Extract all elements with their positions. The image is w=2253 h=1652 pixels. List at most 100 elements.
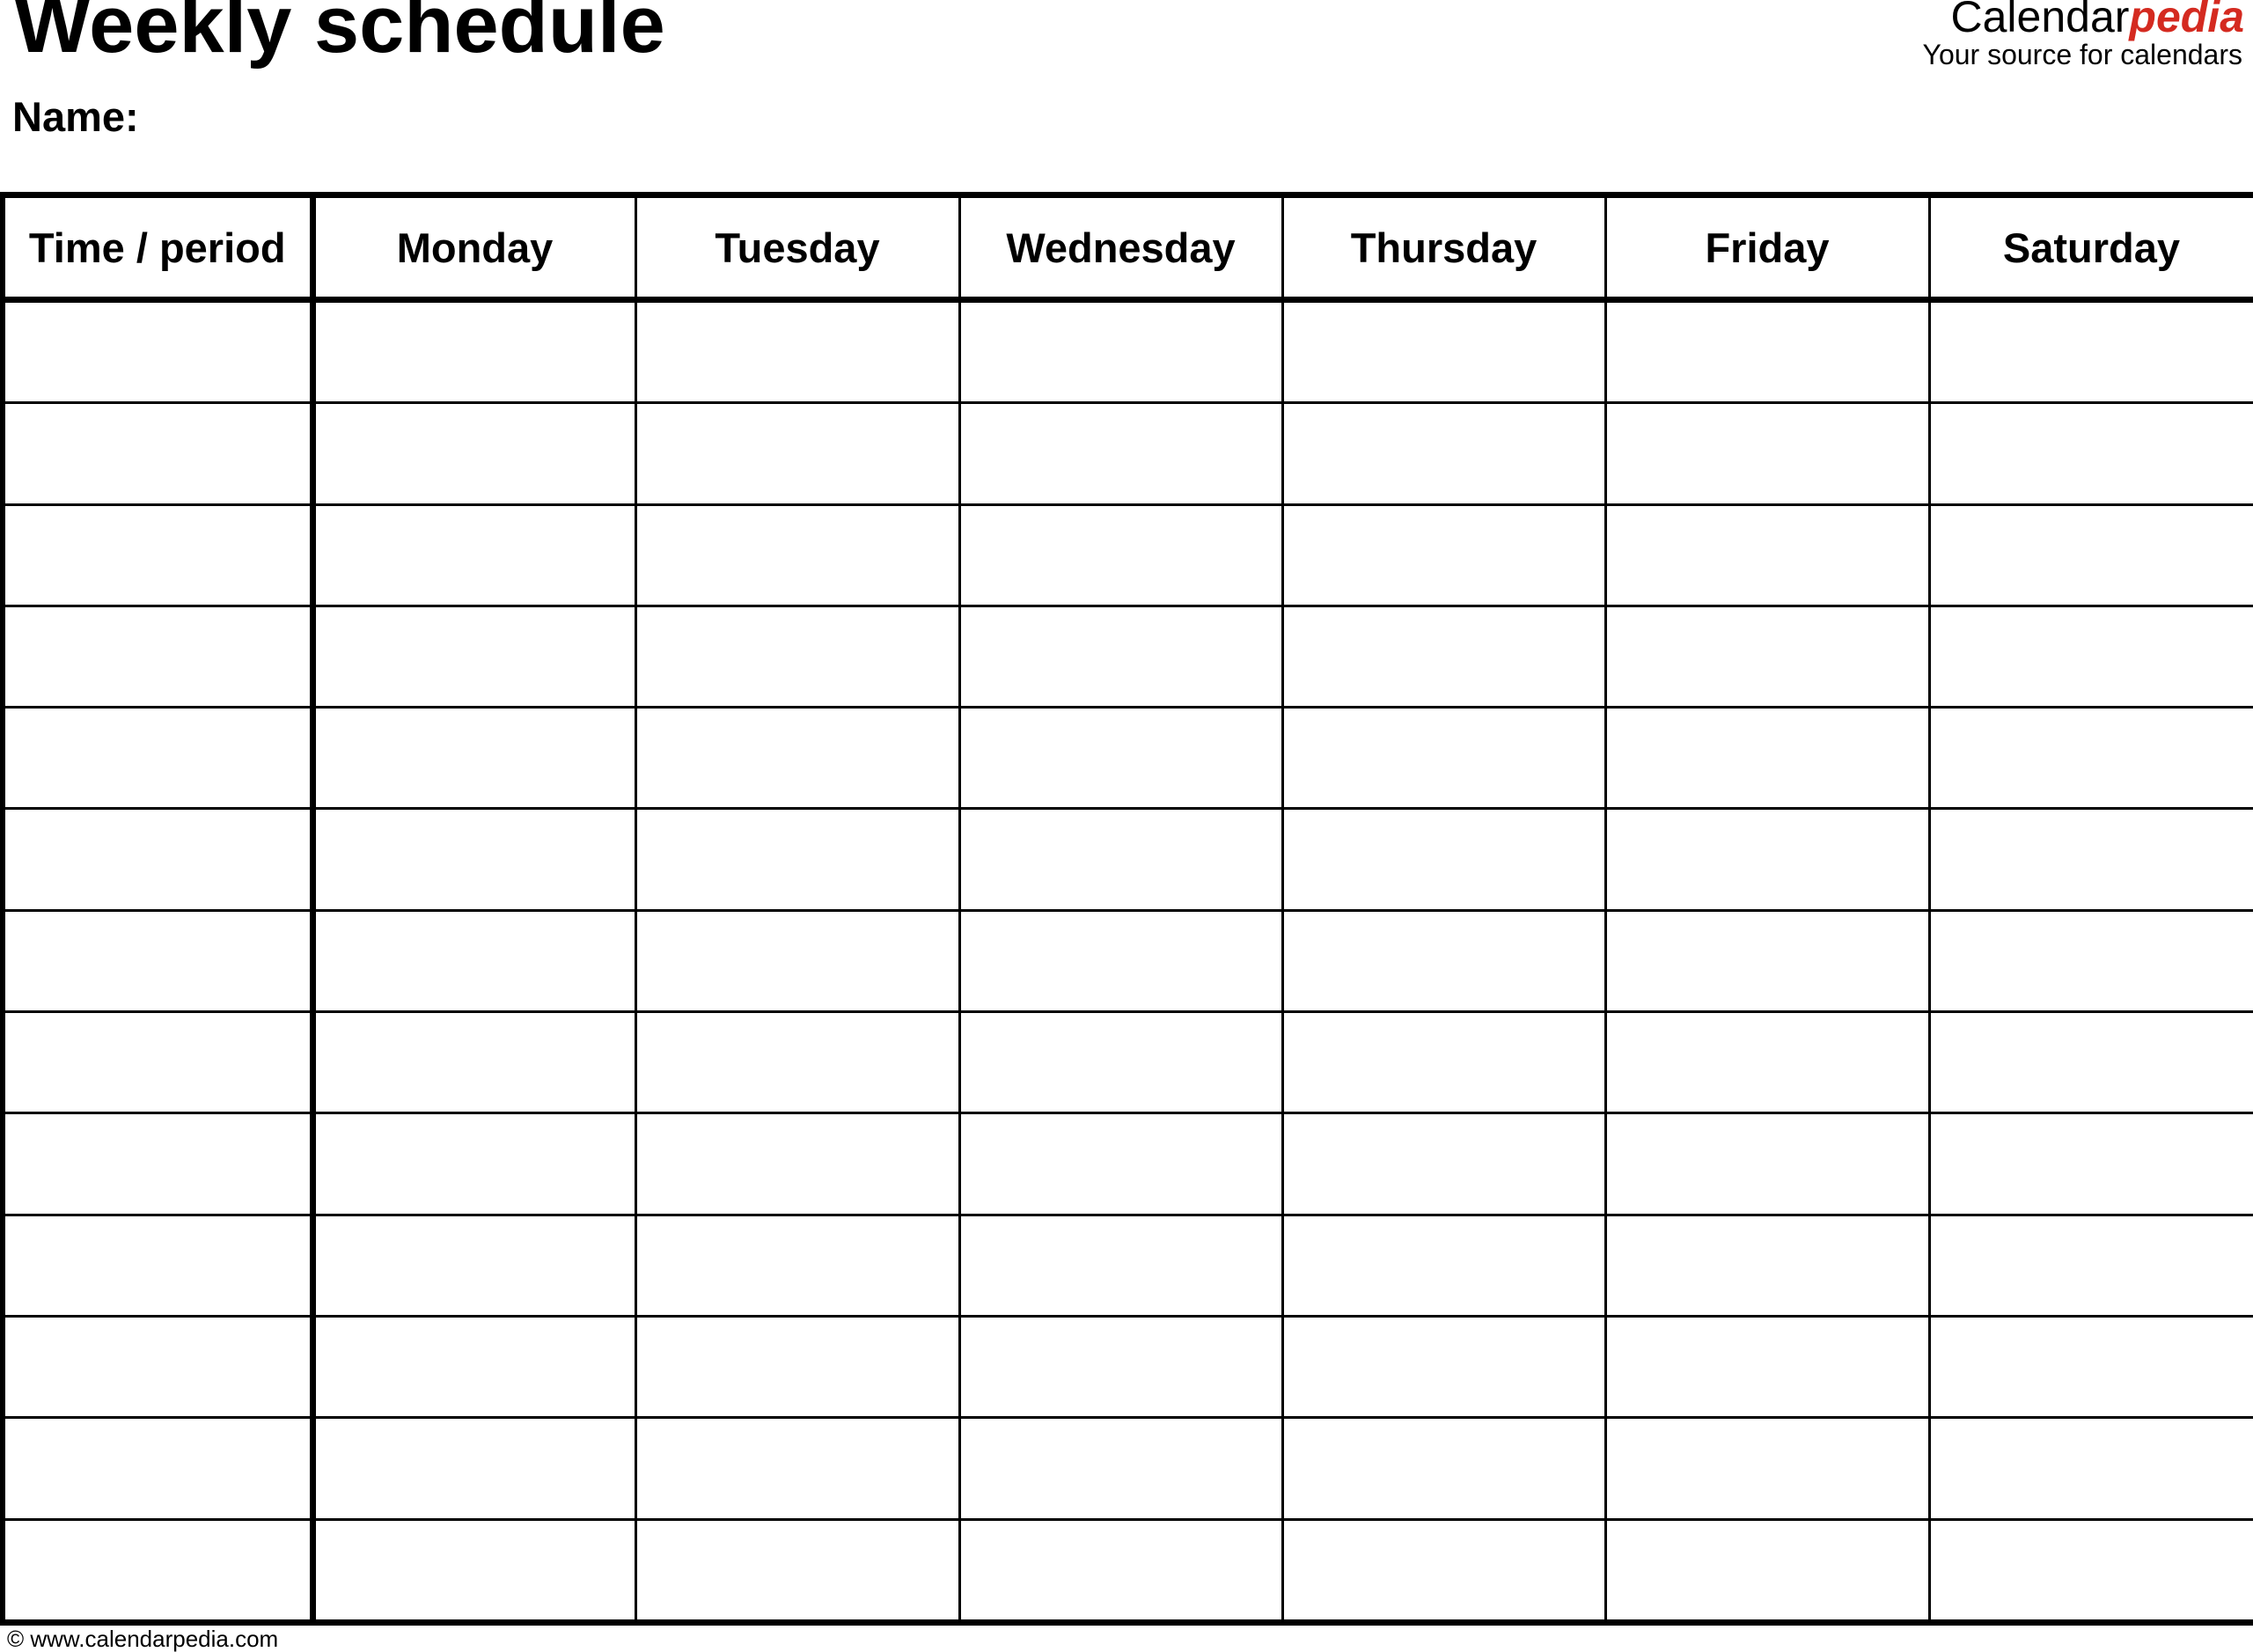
schedule-cell-thursday[interactable] [1281,1213,1607,1318]
schedule-cell-wednesday[interactable] [958,908,1284,1014]
schedule-cell-friday[interactable] [1604,401,1931,506]
schedule-cell-saturday[interactable] [1927,1314,2253,1420]
schedule-cell-tuesday[interactable] [634,1517,961,1626]
time-period-cell[interactable] [0,1010,316,1115]
schedule-cell-saturday[interactable] [1927,1517,2253,1626]
schedule-cell-friday[interactable] [1604,1517,1931,1626]
schedule-cell-monday[interactable] [311,1112,637,1216]
schedule-cell-wednesday[interactable] [958,1010,1284,1115]
schedule-cell-tuesday[interactable] [634,604,961,709]
schedule-cell-friday[interactable] [1604,1112,1931,1216]
schedule-cell-monday[interactable] [311,401,637,506]
schedule-cell-friday[interactable] [1604,604,1931,709]
schedule-cell-friday[interactable] [1604,1416,1931,1521]
schedule-cell-saturday[interactable] [1927,1010,2253,1115]
schedule-cell-wednesday[interactable] [958,401,1284,506]
schedule-cell-tuesday[interactable] [634,807,961,912]
schedule-cell-saturday[interactable] [1927,297,2253,405]
schedule-cell-friday[interactable] [1604,1010,1931,1115]
table-row [0,401,2253,506]
schedule-cell-tuesday[interactable] [634,297,961,405]
time-period-cell[interactable] [0,1517,316,1626]
schedule-cell-thursday[interactable] [1281,1517,1607,1626]
schedule-cell-tuesday[interactable] [634,908,961,1014]
schedule-cell-wednesday[interactable] [958,1213,1284,1318]
schedule-cell-tuesday[interactable] [634,401,961,506]
schedule-cell-monday[interactable] [311,1517,637,1626]
schedule-cell-monday[interactable] [311,706,637,811]
schedule-cell-wednesday[interactable] [958,297,1284,405]
table-row [0,1517,2253,1626]
schedule-cell-monday[interactable] [311,1213,637,1318]
header-row: Time / period Monday Tuesday Wednesday Thurs… [0,192,2253,303]
schedule-cell-saturday[interactable] [1927,807,2253,912]
schedule-cell-friday[interactable] [1604,297,1931,405]
schedule-cell-thursday[interactable] [1281,297,1607,405]
time-period-cell[interactable] [0,908,316,1014]
schedule-cell-saturday[interactable] [1927,503,2253,607]
schedule-cell-saturday[interactable] [1927,908,2253,1014]
schedule-cell-friday[interactable] [1604,807,1931,912]
column-header-saturday: Saturday [1927,192,2253,303]
schedule-cell-saturday[interactable] [1927,1112,2253,1216]
column-header-monday: Monday [311,192,637,303]
schedule-cell-friday[interactable] [1604,503,1931,607]
schedule-cell-monday[interactable] [311,1314,637,1420]
schedule-cell-monday[interactable] [311,807,637,912]
schedule-cell-thursday[interactable] [1281,401,1607,506]
schedule-cell-monday[interactable] [311,604,637,709]
schedule-cell-thursday[interactable] [1281,503,1607,607]
schedule-cell-thursday[interactable] [1281,1112,1607,1216]
schedule-cell-thursday[interactable] [1281,1416,1607,1521]
schedule-cell-tuesday[interactable] [634,503,961,607]
schedule-cell-wednesday[interactable] [958,1517,1284,1626]
time-period-cell[interactable] [0,1112,316,1216]
schedule-cell-thursday[interactable] [1281,706,1607,811]
schedule-cell-wednesday[interactable] [958,1112,1284,1216]
schedule-cell-thursday[interactable] [1281,807,1607,912]
schedule-cell-tuesday[interactable] [634,1416,961,1521]
schedule-cell-tuesday[interactable] [634,1010,961,1115]
schedule-cell-saturday[interactable] [1927,706,2253,811]
time-period-cell[interactable] [0,706,316,811]
time-period-cell[interactable] [0,604,316,709]
schedule-cell-wednesday[interactable] [958,503,1284,607]
schedule-cell-wednesday[interactable] [958,807,1284,912]
schedule-cell-monday[interactable] [311,908,637,1014]
table-row [0,1416,2253,1521]
table-row [0,1213,2253,1318]
time-period-cell[interactable] [0,1314,316,1420]
schedule-cell-thursday[interactable] [1281,1314,1607,1420]
schedule-cell-wednesday[interactable] [958,604,1284,709]
schedule-cell-friday[interactable] [1604,1314,1931,1420]
schedule-cell-tuesday[interactable] [634,1213,961,1318]
schedule-cell-wednesday[interactable] [958,1416,1284,1521]
time-period-cell[interactable] [0,807,316,912]
schedule-cell-tuesday[interactable] [634,1112,961,1216]
schedule-cell-thursday[interactable] [1281,1010,1607,1115]
schedule-cell-monday[interactable] [311,1416,637,1521]
time-period-cell[interactable] [0,1416,316,1521]
logo-tagline: Your source for calendars [1922,39,2242,70]
schedule-cell-monday[interactable] [311,1010,637,1115]
table-row [0,297,2253,405]
schedule-cell-saturday[interactable] [1927,1416,2253,1521]
schedule-cell-monday[interactable] [311,503,637,607]
schedule-cell-saturday[interactable] [1927,401,2253,506]
schedule-cell-tuesday[interactable] [634,706,961,811]
schedule-cell-friday[interactable] [1604,1213,1931,1318]
schedule-cell-friday[interactable] [1604,908,1931,1014]
time-period-cell[interactable] [0,401,316,506]
schedule-cell-monday[interactable] [311,297,637,405]
schedule-cell-wednesday[interactable] [958,706,1284,811]
schedule-cell-thursday[interactable] [1281,604,1607,709]
time-period-cell[interactable] [0,297,316,405]
schedule-cell-wednesday[interactable] [958,1314,1284,1420]
schedule-cell-saturday[interactable] [1927,604,2253,709]
schedule-cell-thursday[interactable] [1281,908,1607,1014]
time-period-cell[interactable] [0,1213,316,1318]
schedule-cell-friday[interactable] [1604,706,1931,811]
schedule-cell-saturday[interactable] [1927,1213,2253,1318]
time-period-cell[interactable] [0,503,316,607]
schedule-cell-tuesday[interactable] [634,1314,961,1420]
